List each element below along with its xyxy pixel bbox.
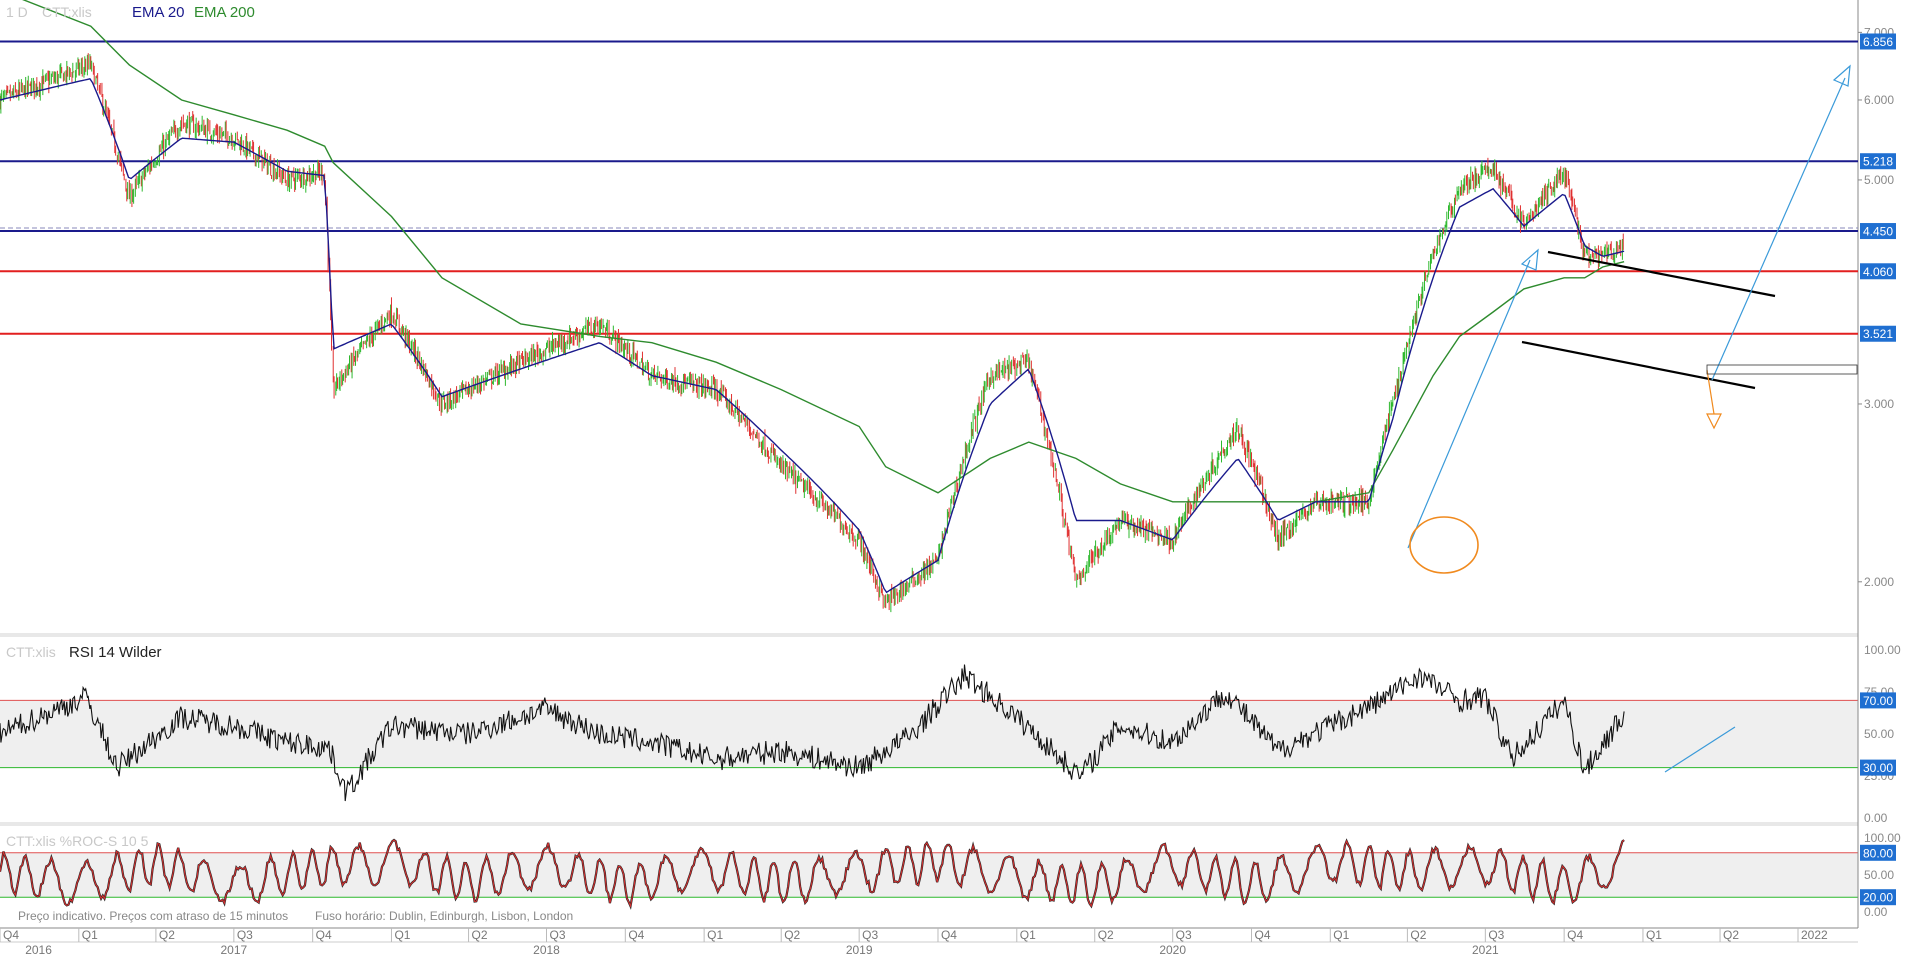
symbol-label: CTT:xlis [42,4,92,20]
rsi-legend[interactable]: RSI 14 Wilder [69,644,162,661]
rsi-tick-label: 100.00 [1864,643,1901,657]
quarter-label: Q2 [1410,928,1426,942]
level-tag-label: 6.856 [1863,35,1893,49]
stoch-level-tag-label: 80.00 [1863,846,1893,860]
rsi-symbol-label: CTT:xlis [6,644,56,660]
level-tag-label: 4.060 [1863,265,1893,279]
rsi-axis[interactable]: 100.0075.0050.0025.000.0070.0030.00 [1860,643,1901,825]
rsi-level-tag-label: 30.00 [1863,761,1893,775]
quarter-label: Q1 [707,928,723,942]
quarter-label: Q1 [1020,928,1036,942]
ema20-legend[interactable]: EMA 20 [132,4,185,21]
level-tag-label: 5.218 [1863,155,1893,169]
price-tick-label: 5.000 [1864,173,1894,187]
quarter-label: Q4 [941,928,957,942]
rsi-level-tag-label: 70.00 [1863,694,1893,708]
stoch-tick-label: 100.00 [1864,831,1901,845]
year-label: 2017 [220,943,247,957]
ema200-legend[interactable]: EMA 200 [194,4,255,21]
quarter-label: Q2 [1098,928,1114,942]
quarter-label: Q1 [82,928,98,942]
stoch-legend[interactable]: CTT:xlis %ROC-S 10 5 [6,833,149,849]
quarter-label: Q4 [316,928,332,942]
chart-canvas[interactable]: 7.0006.0005.0003.0002.000 6.8565.2184.45… [0,0,1905,957]
quarter-label: Q4 [3,928,19,942]
stoch-axis[interactable]: 100.00 50.00 0.00 80.00 20.00 [1860,831,1901,919]
panel-divider-1[interactable] [0,633,1858,637]
rsi-tick-label: 50.00 [1864,727,1894,741]
quarter-label: Q4 [628,928,644,942]
level-tags: 6.856 5.218 4.450 4.060 3.521 [1860,33,1896,342]
price-notice: Preço indicativo. Preços com atraso de 1… [18,909,288,923]
stoch-tick-label: 0.00 [1864,905,1888,919]
quarter-label: 2022 [1801,928,1828,942]
year-label: 2021 [1472,943,1499,957]
level-tag-label: 4.450 [1863,225,1893,239]
rsi-tick-label: 0.00 [1864,811,1888,825]
interval-label: 1 D [6,4,28,20]
quarter-label: Q2 [1723,928,1739,942]
quarter-label: Q3 [862,928,878,942]
quarter-label: Q2 [159,928,175,942]
price-axis[interactable]: 7.0006.0005.0003.0002.000 [1858,25,1894,589]
quarter-label: Q3 [550,928,566,942]
quarter-label: Q1 [1646,928,1662,942]
price-tick-label: 6.000 [1864,93,1894,107]
quarter-label: Q4 [1567,928,1583,942]
year-label: 2020 [1159,943,1186,957]
quarter-label: Q3 [1176,928,1192,942]
timezone-notice: Fuso horário: Dublin, Edinburgh, Lisbon,… [315,909,573,923]
level-tag-label: 3.521 [1863,327,1893,341]
quarter-label: Q4 [1254,928,1270,942]
year-label: 2019 [846,943,873,957]
stoch-tick-label: 50.00 [1864,868,1894,882]
quarter-label: Q3 [1488,928,1504,942]
year-label: 2016 [25,943,52,957]
quarter-label: Q2 [784,928,800,942]
panel-divider-2[interactable] [0,822,1858,826]
year-label: 2018 [533,943,560,957]
stoch-level-tag-label: 20.00 [1863,891,1893,905]
price-tick-label: 3.000 [1864,397,1894,411]
price-tick-label: 2.000 [1864,575,1894,589]
quarter-label: Q2 [472,928,488,942]
quarter-label: Q1 [394,928,410,942]
quarter-label: Q3 [237,928,253,942]
quarter-label: Q1 [1333,928,1349,942]
price-panel[interactable] [0,0,1858,633]
